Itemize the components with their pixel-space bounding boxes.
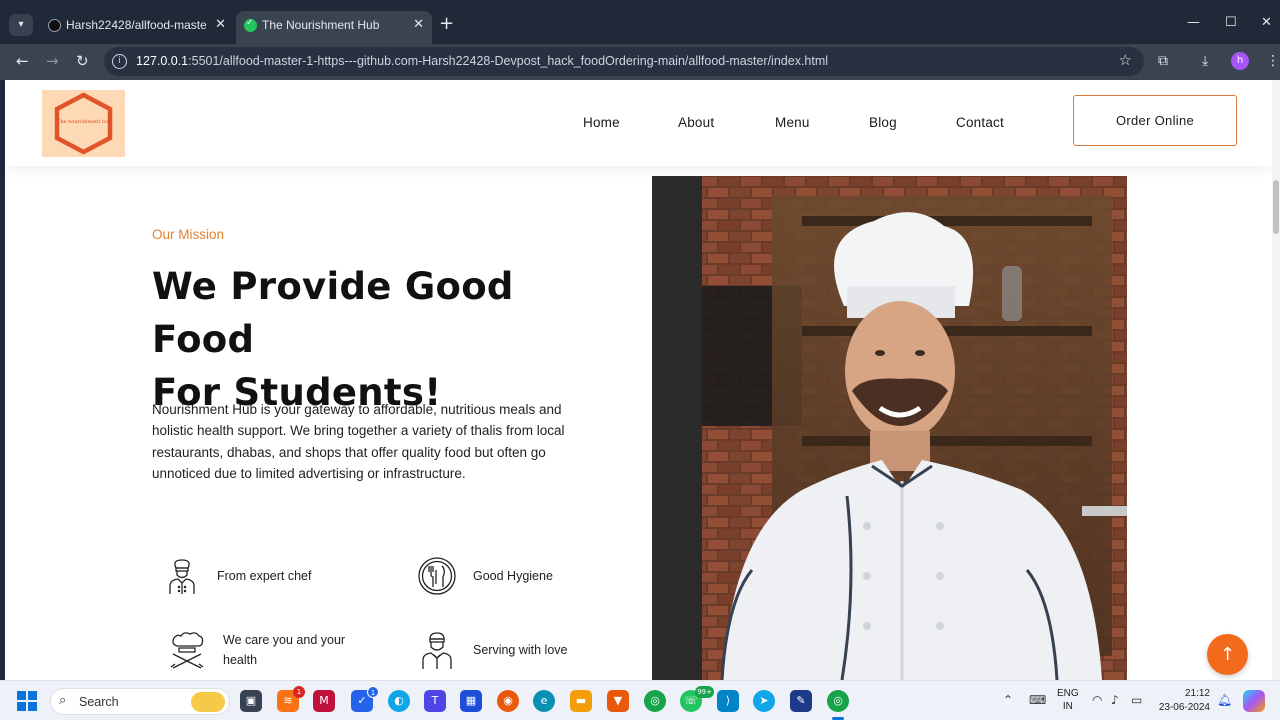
widgets-icon[interactable]: ◐ xyxy=(388,690,410,712)
file-explorer-icon[interactable]: ▬ xyxy=(570,690,592,712)
copilot-icon[interactable] xyxy=(1243,690,1265,712)
chef-photo xyxy=(652,176,1127,680)
store-icon[interactable]: ▦ xyxy=(460,690,482,712)
feature-label: Serving with love xyxy=(473,643,568,657)
taskbar-search[interactable]: ⌕ Search xyxy=(50,688,230,715)
section-headline: We Provide Good Food For Students! xyxy=(152,260,612,419)
tab-nourishment-hub[interactable]: The Nourishment Hub ✕ xyxy=(236,11,432,48)
feature-label: From expert chef xyxy=(217,569,312,583)
order-online-button[interactable]: Order Online xyxy=(1073,95,1237,146)
section-description: Nourishment Hub is your gateway to affor… xyxy=(152,402,565,481)
clock-time: 21:12 xyxy=(1184,688,1210,699)
feature-item: Good Hygiene xyxy=(417,556,617,598)
notification-bell-icon[interactable]: 🔔︎ xyxy=(1217,693,1232,707)
back-arrow-icon[interactable]: ← xyxy=(16,52,29,70)
lang-code: ENG xyxy=(1057,688,1079,699)
minimize-icon[interactable]: — xyxy=(1187,15,1200,30)
security-app-icon[interactable]: M xyxy=(313,690,335,712)
tray-overflow-icon[interactable]: ⌃ xyxy=(1003,693,1013,707)
badge: 1 xyxy=(293,686,305,698)
tab-github[interactable]: Harsh22428/allfood-master-1-h ✕ xyxy=(40,11,234,48)
lang-region: IN xyxy=(1062,701,1073,712)
profile-avatar[interactable]: h xyxy=(1231,52,1249,70)
headline-line-1: We Provide Good Food xyxy=(152,265,514,361)
browser-toolbar: ← → ↻ i 127.0.0.1:5501/allfood-master-1-… xyxy=(0,44,1280,80)
waiter-icon xyxy=(422,632,452,669)
battery-icon[interactable]: ▭ xyxy=(1131,693,1142,707)
new-tab-button[interactable]: + xyxy=(439,14,454,34)
feature-label: We care you and your health xyxy=(223,633,346,667)
system-clock[interactable]: 21:12 23-06-2024 xyxy=(1158,687,1210,715)
scrollbar-thumb[interactable] xyxy=(1273,180,1279,234)
feature-item: We care you and your health xyxy=(167,630,397,674)
search-icon: ⌕ xyxy=(59,693,67,708)
tab-search-button[interactable]: ▾ xyxy=(9,14,33,36)
os-taskbar: ⌕ Search ▣ ≋ 1 M ✓ 1 ◐ T ▦ ◉ e ▬ ▼ ◎ ☏ 99+ … xyxy=(0,680,1280,720)
badge: 1 xyxy=(367,686,379,698)
section-label: Our Mission xyxy=(152,227,225,242)
windows-start-icon[interactable] xyxy=(17,691,37,711)
feature-item: Serving with love xyxy=(417,630,617,672)
close-tab-icon[interactable]: ✕ xyxy=(215,16,226,32)
page-scrollbar[interactable] xyxy=(1272,80,1280,680)
weather-app-icon[interactable]: ≋ 1 xyxy=(277,686,305,712)
nav-home[interactable]: Home xyxy=(583,115,620,130)
page-left-edge xyxy=(0,80,5,680)
browser-tab-bar: ▾ Harsh22428/allfood-master-1-h ✕ The No… xyxy=(0,0,1280,48)
tab-title: Harsh22428/allfood-master-1-h xyxy=(66,18,206,32)
tab-title: The Nourishment Hub xyxy=(262,18,380,32)
brave-icon[interactable]: ▼ xyxy=(607,690,629,712)
forward-arrow-icon[interactable]: → xyxy=(46,52,59,70)
logo-text: The nourishment hub xyxy=(57,119,112,125)
nav-blog[interactable]: Blog xyxy=(869,115,897,130)
keyboard-icon[interactable]: ⌨ xyxy=(1029,693,1046,707)
download-icon[interactable]: ⤓ xyxy=(1202,53,1208,69)
address-bar[interactable]: i 127.0.0.1:5501/allfood-master-1-https-… xyxy=(104,47,1144,76)
language-indicator[interactable]: ENG IN xyxy=(1057,687,1079,713)
badge: 99+ xyxy=(695,686,714,698)
whatsapp-icon[interactable]: ☏ 99+ xyxy=(680,686,714,712)
site-favicon-icon xyxy=(244,17,257,32)
url-text[interactable]: 127.0.0.1:5501/allfood-master-1-https---… xyxy=(136,54,828,68)
chef-icon xyxy=(169,559,195,594)
clock-date: 23-06-2024 xyxy=(1158,702,1210,713)
feature-label: Good Hygiene xyxy=(473,569,553,583)
site-logo[interactable]: The nourishment hub xyxy=(42,90,125,157)
close-window-icon[interactable]: ✕ xyxy=(1261,15,1272,30)
nav-menu[interactable]: Menu xyxy=(775,115,810,130)
scroll-to-top-button[interactable]: ↑ xyxy=(1207,634,1248,675)
search-highlight-icon xyxy=(191,692,225,712)
site-header: The nourishment hub Home About Menu Blog… xyxy=(5,80,1272,166)
chrome-profile-icon[interactable]: ◎ xyxy=(644,690,666,712)
todo-app-icon[interactable]: ✓ 1 xyxy=(351,686,379,712)
task-view-icon[interactable]: ▣ xyxy=(240,690,262,712)
extensions-icon[interactable]: ⧉ xyxy=(1158,53,1168,69)
page-viewport: The nourishment hub Home About Menu Blog… xyxy=(0,80,1280,680)
code-app-icon[interactable]: ✎ xyxy=(790,690,812,712)
firefox-icon[interactable]: ◉ xyxy=(497,690,519,712)
search-label: Search xyxy=(79,695,119,709)
teams-icon[interactable]: T xyxy=(424,690,446,712)
wifi-icon[interactable]: ◠ xyxy=(1092,693,1102,707)
vscode-icon[interactable]: ⟩ xyxy=(717,690,739,712)
chef-photo-illustration xyxy=(652,176,1127,680)
nav-about[interactable]: About xyxy=(678,115,714,130)
chef-hat-utensils-icon xyxy=(170,632,204,669)
github-favicon-icon xyxy=(48,19,61,32)
chrome-icon[interactable]: ◎ xyxy=(827,690,849,712)
nav-contact[interactable]: Contact xyxy=(956,115,1004,130)
reload-icon[interactable]: ↻ xyxy=(76,52,89,70)
close-tab-icon[interactable]: ✕ xyxy=(413,16,424,32)
browser-menu-icon[interactable]: ⋮ xyxy=(1266,53,1280,69)
bookmark-star-icon[interactable]: ☆ xyxy=(1119,51,1132,69)
feature-item: From expert chef xyxy=(162,556,392,598)
maximize-icon[interactable]: ☐ xyxy=(1225,15,1237,30)
edge-icon[interactable]: e xyxy=(533,690,555,712)
telegram-icon[interactable]: ➤ xyxy=(753,690,775,712)
hygiene-icon xyxy=(418,557,456,595)
site-info-icon[interactable]: i xyxy=(112,54,127,69)
volume-icon[interactable]: ♪ xyxy=(1111,693,1119,707)
